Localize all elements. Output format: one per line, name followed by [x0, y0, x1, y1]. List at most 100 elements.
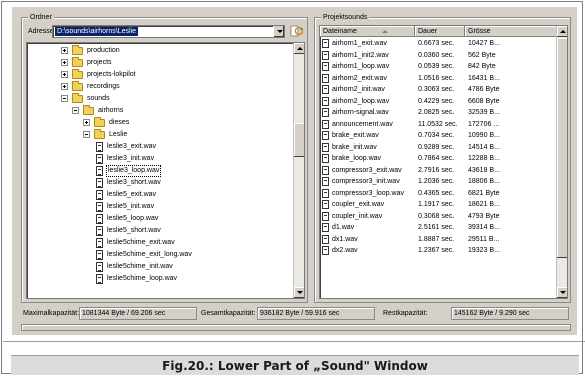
tree-file-item[interactable]: leslie3_short.wav [27, 177, 292, 189]
folder-icon [94, 129, 105, 139]
tree-file-item[interactable]: leslie5_short.wav [27, 225, 292, 237]
tree-item-label: leslie5_exit.wav [107, 191, 157, 198]
folder-icon [72, 57, 83, 67]
tree-folder-item[interactable]: projects [27, 57, 292, 69]
column-size-label: Grösse [468, 28, 491, 35]
collapse-icon[interactable] [61, 95, 68, 102]
sound-size: 16431 B... [468, 74, 500, 82]
figure-frame: Ordner Adresse: D:\sounds\airhorns\Lesli… [1, 1, 585, 375]
list-item[interactable]: compressor3_loop.wav 0.4365 sec. 6821 Byte [320, 188, 558, 199]
tree-file-item[interactable]: leslie5_loop.wav [27, 213, 292, 225]
tree-folder-item[interactable]: dieses [27, 117, 292, 129]
tree-file-item[interactable]: leslie3_loop.wav [27, 165, 292, 177]
dropdown-arrow-icon[interactable] [273, 26, 284, 37]
list-item[interactable]: airhorn-signal.wav 2.0825 sec. 32539 B... [320, 107, 558, 118]
list-item[interactable]: announcement.wav 11.0532 sec. 172706 ... [320, 119, 558, 130]
list-item[interactable]: airhorn1_loop.wav 0.0539 sec. 842 Byte [320, 61, 558, 72]
tree-file-item[interactable]: leslie5chime_exit_long.wav [27, 249, 292, 261]
list-item[interactable]: airhorn1_init2.wav 0.0360 sec. 562 Byte [320, 50, 558, 61]
tree-folder-item[interactable]: sounds [27, 93, 292, 105]
address-input[interactable]: D:\sounds\airhorns\Leslie [55, 27, 138, 36]
wav-file-icon [96, 166, 103, 176]
expand-icon[interactable] [61, 47, 68, 54]
tree-item-label: leslie5chime_init.wav [107, 263, 173, 270]
list-item[interactable]: coupler_init.wav 0.3068 sec. 4793 Byte [320, 211, 558, 222]
projectsounds-list[interactable]: Dateiname Dauer Grösse airhorn1_exit.wav… [319, 25, 568, 299]
tree-folder-item[interactable]: recordings [27, 81, 292, 93]
list-item[interactable]: coupler_exit.wav 1.1917 sec. 18621 B... [320, 199, 558, 210]
tree-file-item[interactable]: leslie3_exit.wav [27, 141, 292, 153]
list-item[interactable]: brake_init.wav 0.9289 sec. 14514 B... [320, 142, 558, 153]
tree-file-item[interactable]: leslie3_init.wav [27, 153, 292, 165]
column-size[interactable]: Grösse [465, 26, 558, 37]
wav-file-icon [322, 96, 329, 106]
sound-window: Ordner Adresse: D:\sounds\airhorns\Lesli… [12, 7, 577, 335]
list-item[interactable]: dx1.wav 1.8887 sec. 29511 B... [320, 234, 558, 245]
tree-item-label: leslie5chime_exit_long.wav [107, 251, 192, 258]
list-item[interactable]: dx2.wav 1.2367 sec. 19323 B... [320, 245, 558, 256]
tree-file-item[interactable]: leslie5_init.wav [27, 201, 292, 213]
scroll-up-icon[interactable] [294, 43, 304, 54]
sound-size: 10427 B... [468, 40, 500, 47]
sound-duration: 1.1917 sec. [418, 201, 455, 208]
wav-file-icon [96, 226, 103, 236]
sound-size: 6608 Byte [468, 97, 500, 105]
column-duration[interactable]: Dauer [415, 26, 465, 37]
expand-icon[interactable] [61, 83, 68, 90]
tree-file-item[interactable]: leslie5_exit.wav [27, 189, 292, 201]
refresh-icon[interactable] [290, 24, 304, 38]
list-item[interactable]: airhorn2_exit.wav 1.0516 sec. 16431 B... [320, 73, 558, 84]
sound-size: 43618 B... [468, 166, 500, 174]
tree-folder-item[interactable]: production [27, 45, 292, 57]
expand-icon[interactable] [83, 119, 90, 126]
list-item[interactable]: d1.wav 2.5161 sec. 39314 B... [320, 222, 558, 233]
list-item[interactable]: compressor3_init.wav 1.2036 sec. 18806 B..… [320, 176, 558, 187]
projectsounds-panel: Projektsounds Dateiname Dauer Grösse air… [314, 13, 571, 303]
address-combobox[interactable]: D:\sounds\airhorns\Leslie [52, 25, 285, 38]
tree-file-item[interactable]: leslie5chime_loop.wav [27, 273, 292, 285]
list-item[interactable]: brake_exit.wav 0.7034 sec. 10990 B... [320, 130, 558, 141]
tree-item-label: production [87, 47, 120, 54]
tree-scrollbar[interactable] [293, 43, 304, 298]
sound-duration: 2.7916 sec. [418, 166, 455, 174]
expand-icon[interactable] [61, 71, 68, 78]
tree-item-label: dieses [109, 119, 130, 126]
sound-filename: brake_exit.wav [332, 132, 379, 139]
wav-file-icon [322, 62, 329, 71]
list-scroll-thumb[interactable] [557, 38, 567, 258]
collapse-icon[interactable] [72, 107, 79, 114]
sound-duration: 0.7034 sec. [418, 132, 455, 139]
tree-scroll-thumb[interactable] [294, 123, 304, 157]
column-filename[interactable]: Dateiname [320, 26, 415, 37]
sound-size: 10990 B... [468, 132, 500, 139]
scroll-down-icon[interactable] [557, 287, 567, 298]
tree-item-label: airhorns [98, 107, 124, 114]
list-item[interactable]: compressor3_exit.wav 2.7916 sec. 43618 B..… [320, 165, 558, 176]
list-item[interactable]: airhorn2_loop.wav 0.4229 sec. 6608 Byte [320, 96, 558, 107]
sound-filename: brake_init.wav [332, 143, 377, 151]
scroll-down-icon[interactable] [294, 287, 304, 298]
wav-file-icon [322, 131, 329, 140]
wav-file-icon [322, 50, 329, 60]
sort-arrow-icon [382, 30, 388, 33]
folder-tree[interactable]: leslie5chime_loop.wav leslie5chime_init.w… [26, 42, 305, 299]
wav-file-icon [322, 211, 329, 221]
sound-size: 18806 B... [468, 178, 500, 185]
list-item[interactable]: brake_loop.wav 0.7864 sec. 12288 B... [320, 153, 558, 164]
tree-file-item[interactable]: leslie5chime_init.wav [27, 261, 292, 273]
tree-folder-item[interactable]: airhorns [27, 105, 292, 117]
wav-file-icon [322, 200, 329, 209]
wav-file-icon [96, 262, 103, 272]
tree-folder-item[interactable]: projects-lokpilot [27, 69, 292, 81]
sound-filename: brake_loop.wav [332, 155, 382, 162]
list-item[interactable]: airhorn2_init.wav 0.3063 sec. 4786 Byte [320, 84, 558, 95]
list-header: Dateiname Dauer Grösse [320, 26, 558, 37]
scroll-up-icon[interactable] [557, 26, 567, 37]
expand-icon[interactable] [61, 59, 68, 66]
list-item[interactable]: airhorn1_exit.wav 0.6673 sec. 10427 B... [320, 38, 558, 49]
tree-item-label: leslie5_init.wav [107, 203, 155, 210]
tree-file-item[interactable]: leslie5chime_exit.wav [27, 237, 292, 249]
sound-size: 14514 B... [468, 143, 500, 151]
tree-folder-item[interactable]: Leslie [27, 129, 292, 141]
collapse-icon[interactable] [83, 131, 90, 138]
